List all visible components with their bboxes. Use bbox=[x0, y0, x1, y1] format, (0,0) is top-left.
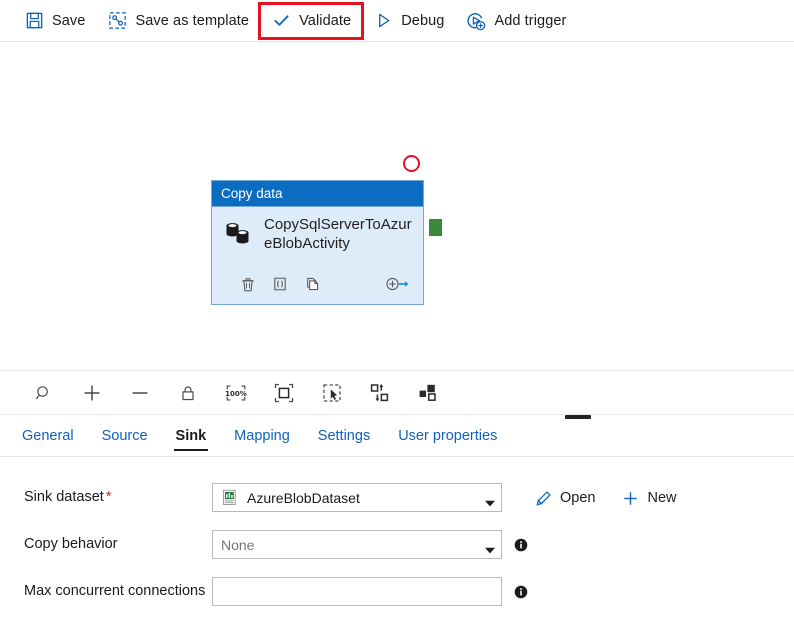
validate-label: Validate bbox=[299, 12, 352, 29]
svg-text:100%: 100% bbox=[225, 389, 247, 398]
open-dataset-button[interactable]: Open bbox=[524, 485, 605, 511]
validate-button[interactable]: Validate bbox=[258, 1, 365, 40]
output-port-square[interactable] bbox=[429, 219, 442, 236]
pipeline-canvas[interactable]: Copy data CopySqlServerToAzureBlobActivi… bbox=[0, 42, 794, 370]
pipeline-toolbar: Save Save as template Validate Debug Add… bbox=[0, 0, 794, 42]
info-icon[interactable] bbox=[514, 538, 528, 552]
tab-user-properties-label: User properties bbox=[398, 427, 498, 444]
lock-icon[interactable] bbox=[166, 376, 210, 410]
chevron-down-icon bbox=[485, 494, 495, 507]
save-button[interactable]: Save bbox=[14, 5, 95, 37]
max-concurrent-connections-label: Max concurrent connections bbox=[24, 583, 206, 599]
add-trigger-button[interactable]: Add trigger bbox=[456, 5, 576, 37]
tab-settings[interactable]: Settings bbox=[304, 415, 384, 457]
pencil-icon bbox=[534, 489, 552, 507]
required-asterisk: * bbox=[105, 489, 112, 505]
save-as-template-label: Save as template bbox=[135, 12, 250, 29]
save-icon bbox=[24, 11, 44, 31]
magnifier-icon[interactable] bbox=[22, 376, 66, 410]
plus-icon bbox=[621, 489, 639, 507]
sink-dataset-value: AzureBlobDataset bbox=[247, 489, 360, 506]
tab-source-label: Source bbox=[101, 427, 148, 444]
tab-sink-label: Sink bbox=[175, 427, 207, 444]
add-output-icon[interactable] bbox=[381, 271, 413, 297]
max-concurrent-connections-input[interactable] bbox=[212, 577, 502, 606]
tab-general[interactable]: General bbox=[22, 415, 88, 457]
sink-dataset-dropdown[interactable]: AzureBlobDataset bbox=[212, 483, 502, 512]
open-dataset-label: Open bbox=[560, 490, 596, 506]
save-as-template-button[interactable]: Save as template bbox=[97, 5, 259, 37]
duplicate-icon[interactable] bbox=[296, 271, 328, 297]
auto-align-icon[interactable] bbox=[358, 376, 402, 410]
tab-mapping-label: Mapping bbox=[234, 427, 290, 444]
azure-data-factory-pipeline-editor: Save Save as template Validate Debug Add… bbox=[0, 0, 794, 619]
save-template-icon bbox=[107, 11, 127, 31]
sink-dataset-row: Sink dataset * AzureBlobDataset Open New bbox=[24, 483, 794, 513]
activity-node-actions bbox=[212, 269, 423, 304]
sink-dataset-actions: Open New bbox=[524, 483, 693, 511]
canvas-tool-strip: 100% bbox=[0, 370, 794, 419]
debug-button[interactable]: Debug bbox=[363, 5, 454, 37]
sink-dataset-label: Sink dataset * bbox=[24, 483, 212, 507]
tab-settings-label: Settings bbox=[317, 427, 371, 444]
add-trigger-icon bbox=[466, 11, 486, 31]
auto-layout-icon[interactable] bbox=[406, 376, 450, 410]
sink-properties-panel: Sink dataset * AzureBlobDataset Open New… bbox=[0, 457, 794, 619]
panel-resize-handle[interactable] bbox=[565, 415, 591, 419]
play-triangle-icon bbox=[373, 11, 393, 31]
tab-source[interactable]: Source bbox=[88, 415, 162, 457]
zoom-100-percent-icon[interactable]: 100% bbox=[214, 376, 258, 410]
fit-to-screen-icon[interactable] bbox=[262, 376, 306, 410]
checkmark-icon bbox=[271, 11, 291, 31]
debug-label: Debug bbox=[401, 12, 445, 29]
max-concurrent-connections-row: Max concurrent connections bbox=[24, 577, 794, 607]
info-icon[interactable] bbox=[514, 585, 528, 599]
copy-data-databases-icon bbox=[220, 217, 256, 251]
plus-icon[interactable] bbox=[70, 376, 114, 410]
activity-node-body: CopySqlServerToAzureBlobActivity bbox=[212, 207, 423, 269]
copy-behavior-label: Copy behavior bbox=[24, 536, 118, 552]
activity-node-title: CopySqlServerToAzureBlobActivity bbox=[264, 216, 412, 252]
marquee-select-icon[interactable] bbox=[310, 376, 354, 410]
new-dataset-label: New bbox=[647, 490, 677, 506]
copy-data-activity-node[interactable]: Copy data CopySqlServerToAzureBlobActivi… bbox=[211, 180, 424, 305]
tab-sink[interactable]: Sink bbox=[162, 415, 221, 457]
minus-icon[interactable] bbox=[118, 376, 162, 410]
csv-dataset-icon bbox=[221, 489, 239, 507]
save-label: Save bbox=[52, 12, 86, 29]
copy-behavior-row: Copy behavior None bbox=[24, 530, 794, 560]
tab-mapping[interactable]: Mapping bbox=[220, 415, 304, 457]
tab-user-properties[interactable]: User properties bbox=[384, 415, 511, 457]
add-trigger-label: Add trigger bbox=[494, 12, 567, 29]
activity-properties-tabs: General Source Sink Mapping Settings Use… bbox=[0, 415, 794, 457]
new-dataset-button[interactable]: New bbox=[611, 485, 686, 511]
sink-dataset-label-text: Sink dataset bbox=[24, 489, 104, 505]
copy-behavior-value: None bbox=[221, 536, 255, 553]
activity-node-header: Copy data bbox=[212, 181, 423, 207]
chevron-down-icon bbox=[485, 541, 495, 554]
tab-general-label: General bbox=[22, 427, 74, 444]
code-braces-icon[interactable] bbox=[264, 271, 296, 297]
error-circle-icon bbox=[403, 155, 420, 172]
copy-behavior-dropdown[interactable]: None bbox=[212, 530, 502, 559]
trash-icon[interactable] bbox=[232, 271, 264, 297]
